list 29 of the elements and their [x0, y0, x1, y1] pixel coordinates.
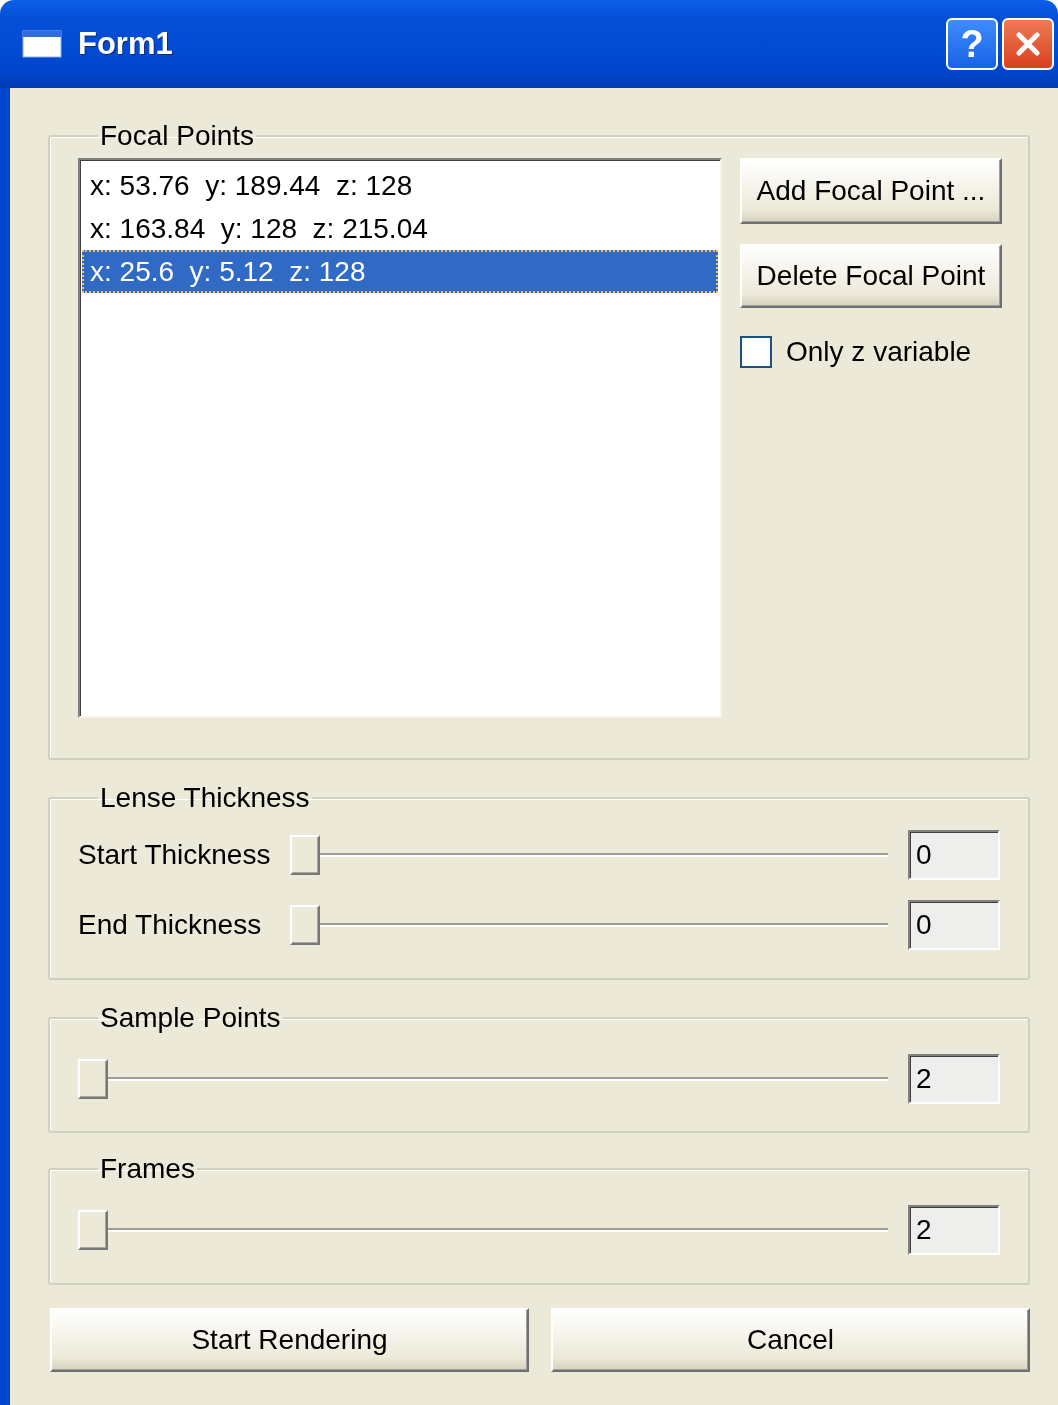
- cancel-button[interactable]: Cancel: [551, 1308, 1030, 1372]
- value-field[interactable]: 0: [908, 830, 1000, 880]
- group-label: Focal Points: [99, 120, 256, 152]
- slider-thumb[interactable]: [78, 1210, 108, 1250]
- slider-thumb[interactable]: [290, 835, 320, 875]
- start-rendering-button[interactable]: Start Rendering: [50, 1308, 529, 1372]
- slider-thumb[interactable]: [78, 1059, 108, 1099]
- value-field[interactable]: 2: [908, 1205, 1000, 1255]
- focal-point-list[interactable]: x: 53.76 y: 189.44 z: 128 x: 163.84 y: 128 z: 215.04 x: 25.6 y: 5.12 z: 128: [78, 158, 722, 718]
- list-item[interactable]: x: 163.84 y: 128 z: 215.04: [82, 207, 718, 250]
- window-icon: [22, 30, 62, 58]
- group-label: Sample Points: [99, 1002, 282, 1034]
- value-field[interactable]: 2: [908, 1054, 1000, 1104]
- group-label: Frames: [99, 1153, 196, 1185]
- window-title: Form1: [78, 26, 174, 62]
- slider-label: Start Thickness: [78, 839, 272, 871]
- slider-label: End Thickness: [78, 909, 263, 941]
- checkbox[interactable]: [740, 336, 772, 368]
- checkbox-label: Only z variable: [786, 336, 972, 368]
- close-icon: [1013, 29, 1043, 59]
- close-button[interactable]: [1002, 18, 1054, 70]
- help-button[interactable]: ?: [946, 18, 998, 70]
- value-field[interactable]: 0: [908, 900, 1000, 950]
- delete-button[interactable]: Delete Focal Point: [740, 244, 1002, 308]
- list-item[interactable]: x: 53.76 y: 189.44 z: 128: [82, 164, 718, 207]
- group-label: Lense Thickness: [99, 782, 311, 814]
- slider-thumb[interactable]: [290, 905, 320, 945]
- add-button[interactable]: Add Focal Point ...: [740, 158, 1002, 224]
- list-item[interactable]: x: 25.6 y: 5.12 z: 128: [82, 250, 718, 293]
